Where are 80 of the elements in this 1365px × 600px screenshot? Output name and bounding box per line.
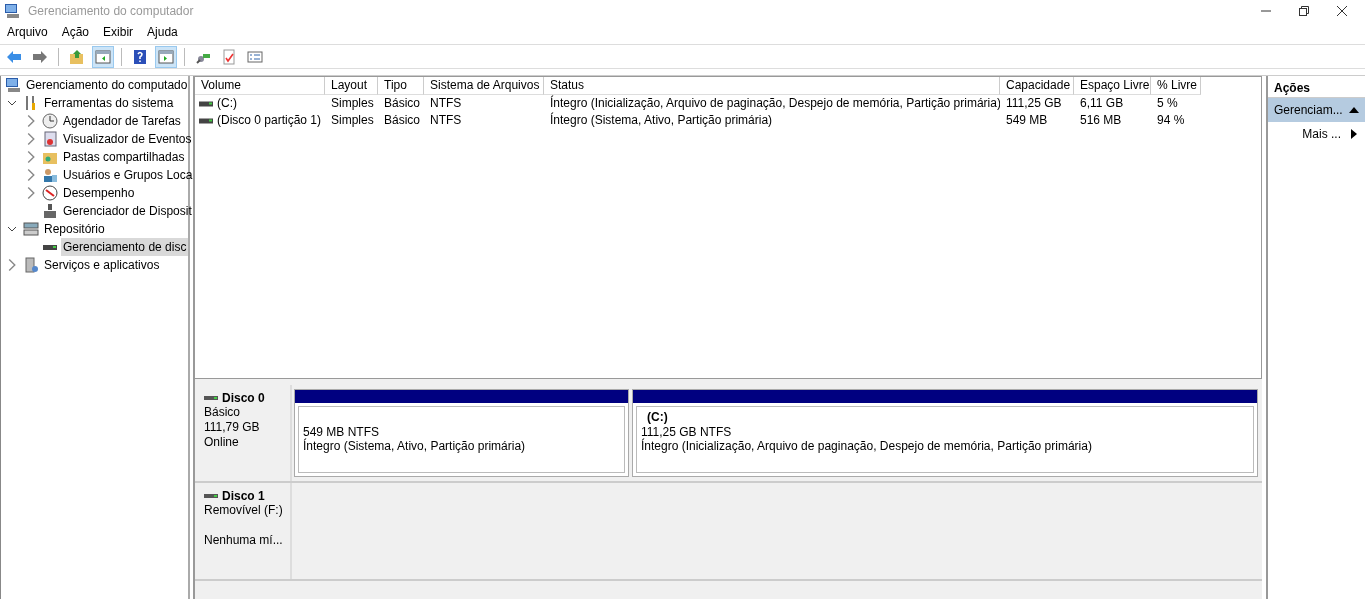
column-header[interactable]: Capacidade — [1000, 77, 1074, 95]
gauge-icon — [42, 185, 58, 201]
restore-icon[interactable] — [1299, 6, 1309, 16]
disk-detail: Básico — [204, 405, 242, 420]
event-log-icon — [42, 131, 58, 147]
window-title: Gerenciamento do computador — [28, 3, 194, 19]
column-header[interactable]: Status — [544, 77, 1000, 95]
partition-status: Íntegro (Inicialização, Arquivo de paginação, Despejo de memória, Partição primária) — [641, 439, 1093, 454]
disk-status: Online — [204, 435, 240, 450]
folder-up-icon — [69, 48, 85, 65]
pane-toggle-icon — [158, 48, 174, 65]
disk-detail: Removível (F:) — [204, 503, 281, 518]
table-cell-text: 5 % — [1156, 95, 1179, 112]
menu-item[interactable]: Exibir — [96, 22, 141, 44]
menu-item[interactable]: Arquivo — [0, 22, 55, 44]
partition-size: 549 MB NTFS — [303, 425, 381, 439]
users-icon — [42, 167, 58, 183]
disk-name: Disco 1 — [222, 489, 265, 504]
disk-drive-icon — [204, 493, 218, 500]
checklist-icon — [221, 48, 237, 65]
table-cell-text: 6,11 GB — [1079, 95, 1125, 112]
storage-icon — [23, 221, 39, 237]
properties-icon — [247, 48, 263, 65]
disk-drive-icon — [199, 117, 213, 124]
column-header[interactable]: % Livre — [1151, 77, 1201, 95]
tree-item[interactable]: Agendador de Tarefas — [61, 112, 183, 130]
table-cell-text: NTFS — [429, 95, 463, 112]
tree-item[interactable]: Ferramentas do sistema — [42, 94, 176, 112]
collapse-triangle-icon — [1349, 105, 1359, 115]
tree-item[interactable]: Pastas compartilhadas — [61, 148, 187, 166]
partition-label: (C:) — [646, 410, 669, 425]
action-item[interactable]: Mais ... — [1268, 122, 1365, 146]
clock-icon — [42, 113, 58, 129]
table-cell: (Disco 0 partição 1) — [217, 113, 322, 128]
column-header[interactable]: Volume — [195, 77, 325, 95]
column-header[interactable]: Espaço Livre — [1074, 77, 1151, 95]
table-cell: (C:) — [217, 96, 237, 111]
tree-item[interactable]: Visualizador de Eventos — [61, 130, 194, 148]
table-cell-text: NTFS — [429, 112, 463, 129]
action-item[interactable]: Gerenciam... — [1268, 98, 1365, 122]
tree-item[interactable]: Gerenciador de Disposit — [61, 202, 194, 220]
table-cell-text: Simples — [330, 112, 375, 129]
tree-item[interactable]: Repositório — [42, 220, 107, 238]
disk-detail: 111,79 GB — [204, 419, 261, 435]
table-cell-text: Básico — [383, 95, 422, 112]
tree-item[interactable]: Gerenciamento do computado — [24, 76, 190, 94]
tree-item[interactable]: Usuários e Grupos Loca — [61, 166, 195, 184]
menu-item[interactable]: Ação — [54, 22, 97, 44]
column-header[interactable]: Sistema de Arquivos — [424, 77, 544, 95]
disk-drive-icon — [199, 100, 213, 107]
partition-block[interactable]: (C:) 111,25 GB NTFS Íntegro (Inicialização, Arquivo de paginação, Despejo de memória, Partição primária) — [632, 389, 1258, 477]
table-cell-text: 111,25 GB — [1005, 95, 1063, 112]
disk-name: Disco 0 — [222, 391, 265, 406]
help-icon — [132, 48, 148, 65]
disk-status: Nenhuma mí... — [204, 533, 281, 548]
partition-block[interactable]: 549 MB NTFS Íntegro (Sistema, Ativo, Partição primária) — [294, 389, 629, 477]
pane-toggle-icon — [95, 48, 111, 65]
disk-drive-icon — [204, 395, 218, 402]
tree-item[interactable]: Serviços e aplicativos — [42, 256, 162, 274]
table-cell-text: 94 % — [1156, 112, 1186, 129]
partition-status: Íntegro (Sistema, Ativo, Partição primária) — [303, 439, 527, 454]
menu-item[interactable]: Ajuda — [140, 22, 185, 44]
tree-item[interactable]: Gerenciamento de disc — [61, 238, 189, 256]
device-icon — [42, 203, 58, 219]
table-cell-text: 549 MB — [1005, 112, 1049, 129]
table-cell-text: Simples — [330, 95, 375, 112]
services-icon — [23, 257, 39, 273]
computer-icon — [4, 3, 20, 19]
column-header[interactable]: Tipo — [378, 77, 424, 95]
table-cell-text: Íntegro (Inicialização, Arquivo de paginação, Despejo de memória, Partição primária) — [549, 95, 1000, 112]
table-cell-text: Básico — [383, 112, 422, 129]
table-cell-text: 516 MB — [1079, 112, 1123, 129]
submenu-triangle-icon — [1349, 129, 1359, 139]
tree-item[interactable]: Desempenho — [61, 184, 137, 202]
column-header[interactable]: Layout — [325, 77, 378, 95]
close-icon[interactable] — [1337, 6, 1347, 16]
forward-arrow-icon — [32, 48, 48, 65]
table-cell-text: Íntegro (Sistema, Ativo, Partição primária) — [549, 112, 774, 129]
partition-size: 111,25 GB NTFS — [641, 425, 733, 439]
computer-icon — [5, 77, 21, 93]
